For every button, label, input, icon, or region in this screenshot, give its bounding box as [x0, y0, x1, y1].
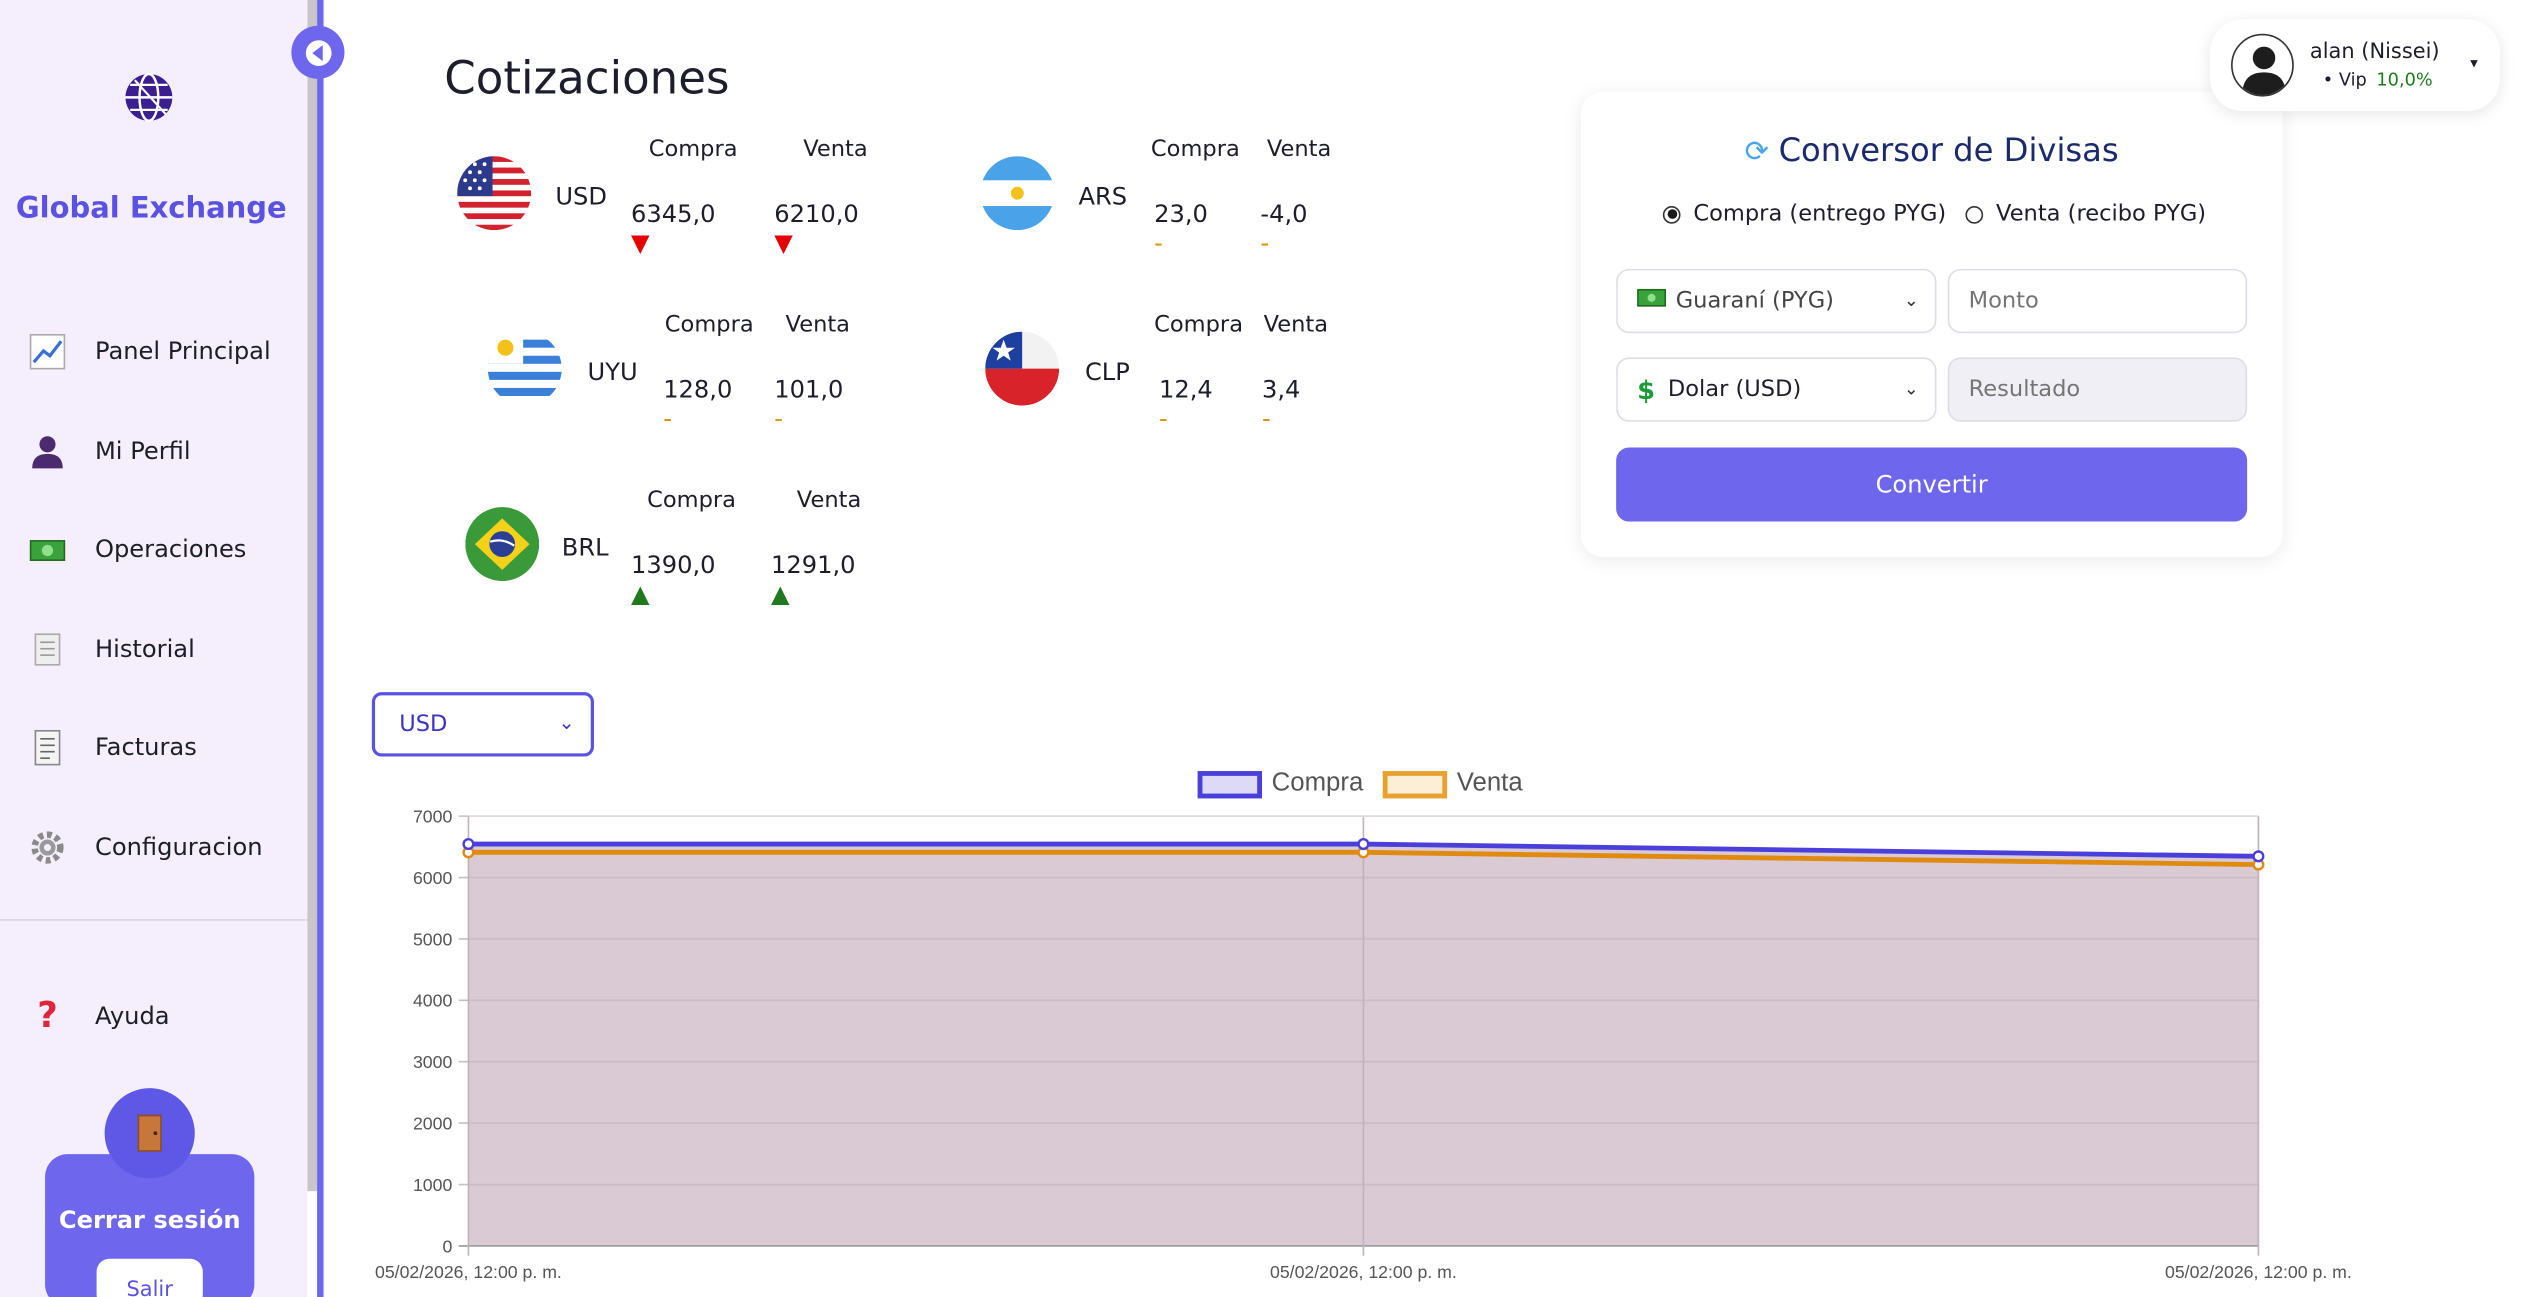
data-point-compra — [462, 838, 475, 851]
y-tick-label: 3000 — [413, 1052, 453, 1072]
y-tick-label: 2000 — [413, 1114, 453, 1134]
collapse-sidebar-button[interactable] — [291, 25, 345, 79]
price-history-chart: 0 1000 2000 3000 4000 5000 6000 7000 05/02/2026,… — [375, 807, 2352, 1283]
x-tick-label: 05/02/2026, 12:00 p. m. — [1270, 1262, 1457, 1282]
y-tick-label: 7000 — [413, 807, 453, 827]
chevron-left-icon — [305, 39, 331, 66]
y-tick-label: 1000 — [413, 1175, 453, 1195]
y-tick-label: 6000 — [413, 868, 453, 888]
data-point-compra — [1357, 838, 1370, 851]
door-icon — [104, 1088, 195, 1179]
y-tick-label: 0 — [442, 1236, 452, 1256]
x-tick-label: 05/02/2026, 12:00 p. m. — [375, 1262, 562, 1282]
y-tick-label: 4000 — [413, 991, 453, 1011]
x-tick-label: 05/02/2026, 12:00 p. m. — [2165, 1262, 2352, 1282]
data-point-compra — [2252, 850, 2265, 863]
y-tick-label: 5000 — [413, 929, 453, 949]
